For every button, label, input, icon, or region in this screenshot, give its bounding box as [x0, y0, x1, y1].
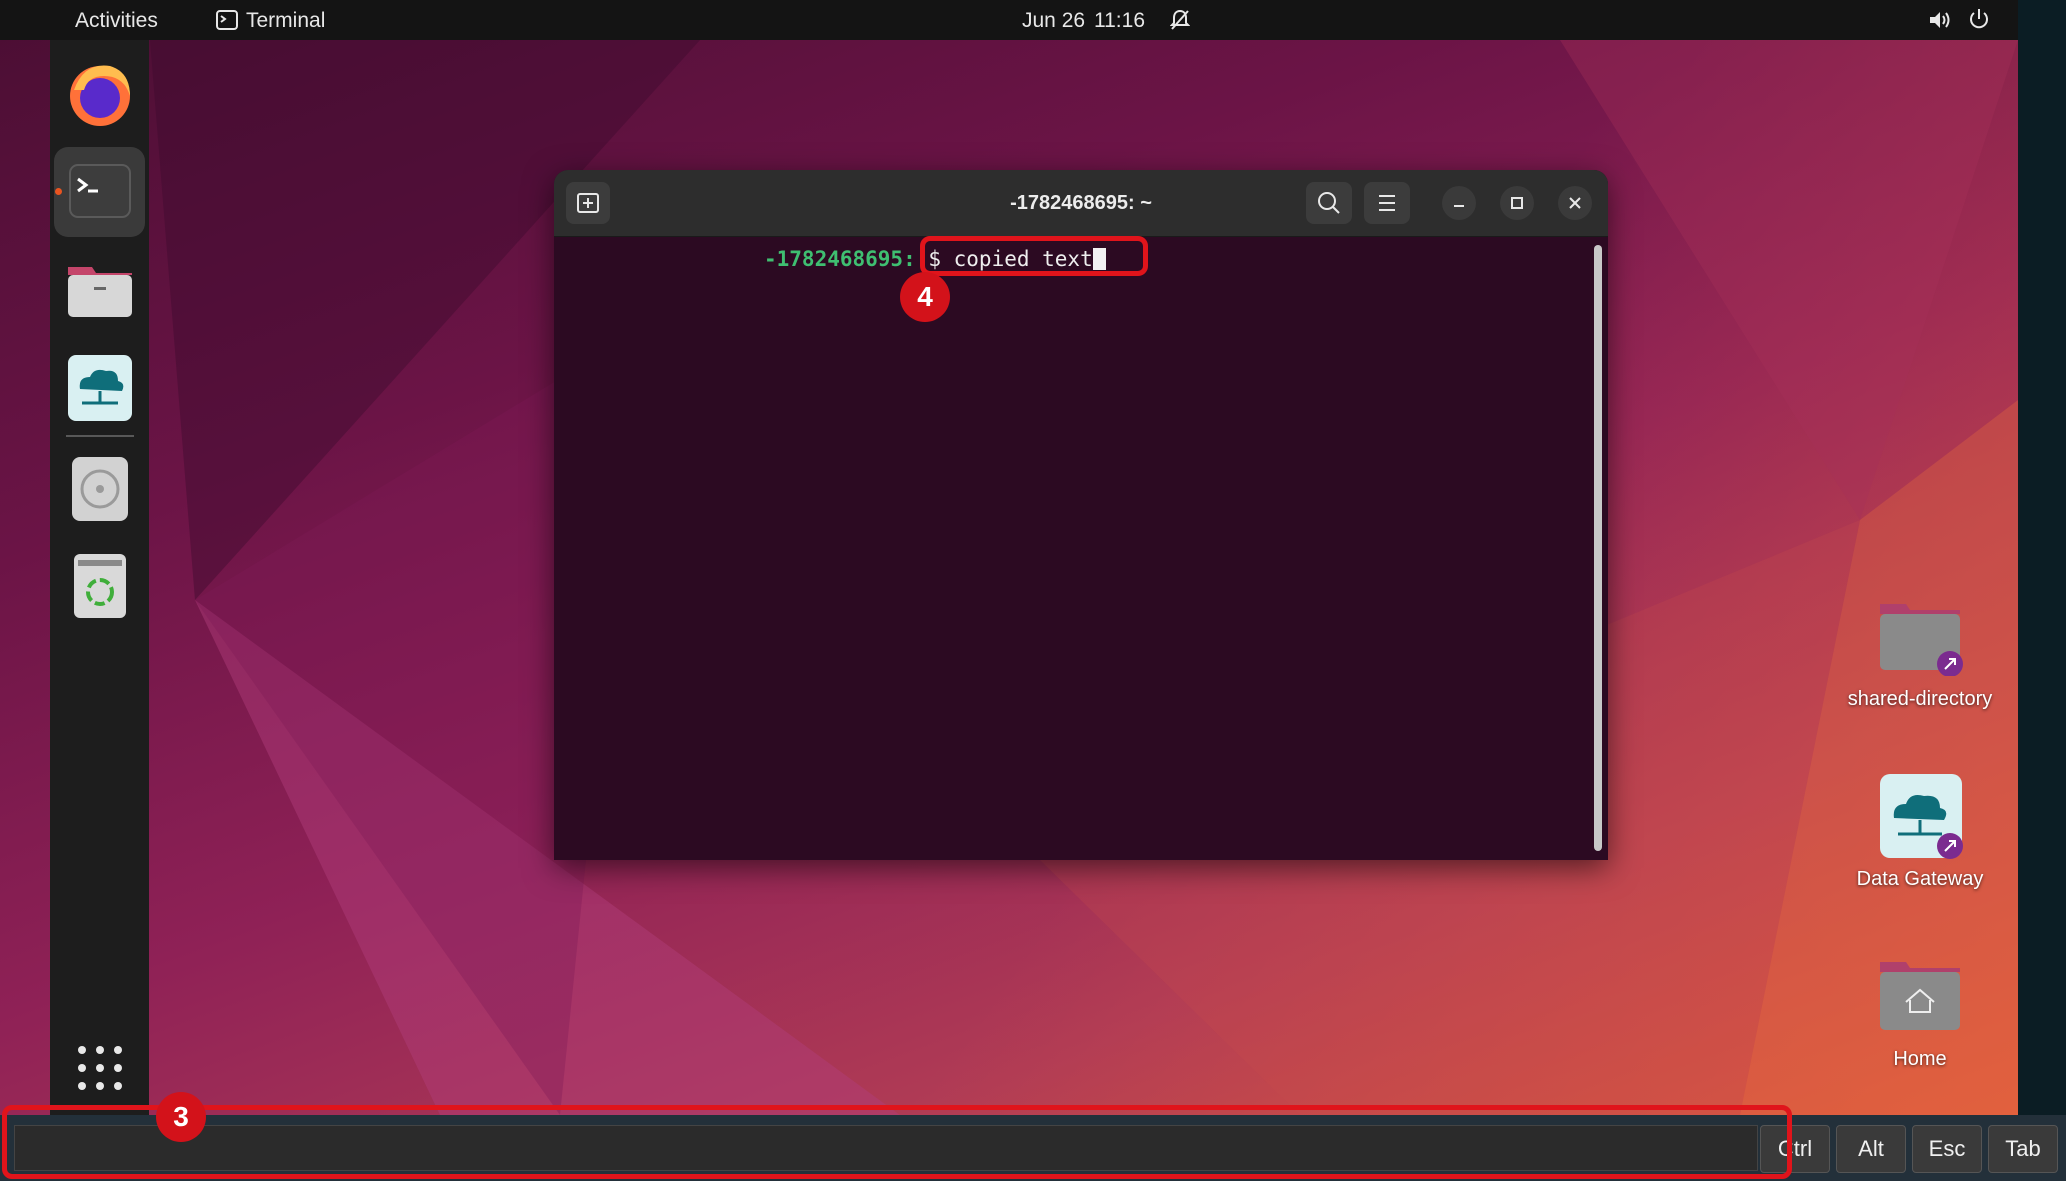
- trash-icon: [74, 554, 126, 618]
- cloud-network-icon: [68, 355, 132, 421]
- cloud-network-icon: [1880, 774, 1963, 859]
- key-alt[interactable]: Alt: [1836, 1125, 1906, 1173]
- key-tab[interactable]: Tab: [1988, 1125, 2058, 1173]
- annotation-badge-4: 4: [900, 272, 950, 322]
- right-border: [2018, 0, 2066, 1115]
- home-folder-icon: [1880, 962, 1960, 1030]
- terminal-scrollbar[interactable]: [1594, 245, 1602, 851]
- power-icon[interactable]: [1968, 8, 1990, 36]
- notifications-muted-icon: [1169, 9, 1191, 37]
- terminal-header: -1782468695: ~: [554, 170, 1608, 237]
- minimize-icon: [1454, 205, 1464, 207]
- close-icon: [1569, 197, 1581, 209]
- desktop-icon-shared-directory[interactable]: shared-directory: [1840, 596, 2000, 716]
- minimize-button[interactable]: [1442, 186, 1476, 220]
- screen: Activities Terminal Jun 26 11:16 -178246…: [0, 0, 2066, 1181]
- terminal-icon: [69, 164, 131, 218]
- menu-button[interactable]: [1364, 182, 1410, 224]
- clock-time[interactable]: 11:16: [1094, 9, 1145, 33]
- annotation-badge-3: 3: [156, 1092, 206, 1142]
- terminal-running-indicator: [55, 188, 62, 195]
- desktop-icon-label: shared-directory: [1847, 688, 1993, 710]
- prompt-hostname: -1782468695:: [764, 247, 916, 271]
- highlight-box-command: [920, 236, 1148, 276]
- key-esc[interactable]: Esc: [1912, 1125, 1982, 1173]
- desktop-icon-data-gateway[interactable]: Data Gateway: [1840, 772, 2000, 892]
- volume-icon[interactable]: [1928, 9, 1952, 37]
- dock-disc[interactable]: [54, 443, 145, 533]
- close-button[interactable]: [1558, 186, 1592, 220]
- app-menu-terminal[interactable]: Terminal: [246, 9, 325, 33]
- hamburger-icon: [1379, 195, 1395, 211]
- dock-files[interactable]: [54, 245, 145, 335]
- dock-terminal[interactable]: [54, 147, 145, 237]
- dock-trash[interactable]: [54, 540, 145, 630]
- terminal-app-icon: [216, 10, 238, 36]
- search-icon: [1318, 192, 1340, 214]
- highlight-box-bottom-bar: [2, 1105, 1792, 1179]
- app-grid-icon: [78, 1046, 122, 1090]
- dock: [50, 40, 149, 1115]
- dock-firefox[interactable]: [54, 50, 145, 140]
- files-icon: [68, 267, 132, 317]
- folder-link-icon: [1880, 604, 1963, 676]
- clock-date[interactable]: Jun 26: [1022, 9, 1085, 33]
- search-button[interactable]: [1306, 182, 1352, 224]
- desktop-icon-home[interactable]: Home: [1840, 956, 2000, 1076]
- disc-icon: [72, 457, 128, 521]
- terminal-body[interactable]: -1782468695: $ copied text: [554, 237, 1608, 860]
- show-apps-button[interactable]: [54, 1022, 145, 1112]
- maximize-button[interactable]: [1500, 186, 1534, 220]
- activities-button[interactable]: Activities: [75, 9, 158, 33]
- dock-separator: [66, 435, 134, 437]
- top-bar: Activities Terminal Jun 26 11:16: [0, 0, 2018, 40]
- firefox-icon: [70, 65, 130, 126]
- desktop-icon-label: Data Gateway: [1856, 868, 1984, 890]
- dock-data-gateway[interactable]: [54, 343, 145, 433]
- maximize-icon: [1511, 197, 1523, 209]
- desktop-icon-label: Home: [1893, 1048, 1947, 1070]
